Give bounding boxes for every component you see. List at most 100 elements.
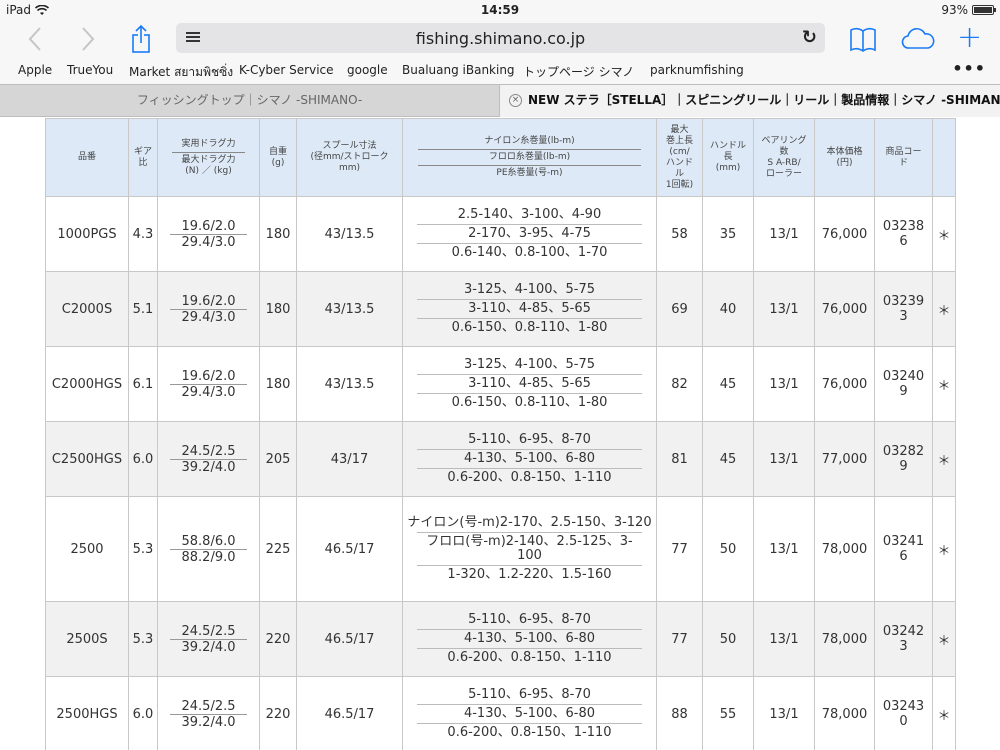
- bookmark-apple[interactable]: Apple: [18, 63, 52, 77]
- line-pe: 0.6-200、0.8-150、1-110: [417, 468, 642, 487]
- icloud-tabs-button[interactable]: [900, 24, 936, 54]
- drag-practical: 19.6/2.0: [181, 293, 236, 309]
- cell-line-capacity: ナイロン(号-m)2-170、2.5-150、3-120 フロロ(号-m)2-14…: [402, 496, 657, 602]
- bookmark-shimano-top[interactable]: トップページ シマノ: [523, 63, 634, 80]
- page-content: 品番 ギア比 実用ドラグ力 最大ドラグ力 (N) ／ (kg) 自重 (g) スプー…: [0, 118, 1000, 750]
- cell-spool: 43/13.5: [296, 196, 403, 272]
- line-nylon: 5-110、6-95、8-70: [468, 612, 591, 627]
- drag-practical: 58.8/6.0: [181, 533, 236, 549]
- cell-handle: 35: [702, 196, 754, 272]
- new-tab-button[interactable]: +: [957, 23, 982, 54]
- line-pe: 0.6-200、0.8-150、1-110: [417, 648, 642, 667]
- cell-line-capacity: 2.5-140、3-100、4-90 2-170、3-95、4-75 0.6-140…: [402, 196, 657, 272]
- cell-handle: 45: [702, 346, 754, 422]
- cell-code: 03240 9: [874, 346, 933, 422]
- cell-weight: 180: [259, 346, 297, 422]
- cell-weight: 180: [259, 271, 297, 347]
- drag-max: 29.4/3.0: [170, 233, 247, 250]
- cell-drag: 24.5/2.5 39.2/4.0: [157, 421, 260, 497]
- line-pe: 0.6-150、0.8-110、1-80: [417, 393, 642, 412]
- tab-fishing-top[interactable]: フィッシングトップ｜シマノ -SHIMANO-: [0, 85, 499, 117]
- drag-practical: 24.5/2.5: [181, 623, 236, 639]
- drag-practical: 24.5/2.5: [181, 698, 236, 714]
- bookmark-kcyber[interactable]: K-Cyber Service: [239, 63, 334, 77]
- cell-handle: 50: [702, 601, 754, 677]
- spec-table: 品番 ギア比 実用ドラグ力 最大ドラグ力 (N) ／ (kg) 自重 (g) スプー…: [45, 118, 956, 750]
- cell-code: 03282 9: [874, 421, 933, 497]
- back-button[interactable]: [20, 24, 50, 54]
- address-bar[interactable]: fishing.shimano.co.jp ↻: [176, 23, 825, 53]
- drag-max: 29.4/3.0: [170, 383, 247, 400]
- more-icon[interactable]: •••: [952, 59, 986, 78]
- header-mark: [932, 118, 956, 197]
- cell-weight: 220: [259, 676, 297, 750]
- header-gear: ギア比: [128, 118, 158, 197]
- cell-mark: ＊: [932, 676, 956, 750]
- bookmark-trueyou[interactable]: TrueYou: [67, 63, 113, 77]
- cell-line-capacity: 3-125、4-100、5-75 3-110、4-85、5-65 0.6-150、0…: [402, 271, 657, 347]
- book-icon: [850, 27, 876, 52]
- cell-bearing: 13/1: [753, 271, 815, 347]
- bookmark-market[interactable]: Market สยามพิชซิ่ง: [129, 63, 233, 82]
- cell-drag: 19.6/2.0 29.4/3.0: [157, 271, 260, 347]
- share-button[interactable]: [127, 24, 155, 54]
- line-fluoro: 4-130、5-100、6-80: [417, 704, 642, 723]
- cell-mark: ＊: [932, 271, 956, 347]
- bookmark-bualuang[interactable]: Bualuang iBanking: [402, 63, 515, 77]
- header-model: 品番: [45, 118, 129, 197]
- cell-retrieve: 58: [656, 196, 703, 272]
- cell-gear: 6.0: [128, 676, 158, 750]
- cell-drag: 19.6/2.0 29.4/3.0: [157, 196, 260, 272]
- cell-gear: 5.3: [128, 496, 158, 602]
- drag-practical: 19.6/2.0: [181, 368, 236, 384]
- cell-mark: ＊: [932, 196, 956, 272]
- chevron-right-icon: [82, 27, 95, 51]
- cell-handle: 45: [702, 421, 754, 497]
- line-fluoro: フロロ(号-m)2-140、2.5-125、3-100: [417, 532, 642, 565]
- status-time: 14:59: [480, 3, 520, 17]
- table-row: 2500S 5.3 24.5/2.5 39.2/4.0 220 46.5/17 5-110、…: [45, 601, 956, 677]
- cloud-icon: [901, 28, 935, 49]
- line-nylon: 2.5-140、3-100、4-90: [457, 207, 602, 222]
- cell-mark: ＊: [932, 496, 956, 602]
- table-row: 2500 5.3 58.8/6.0 88.2/9.0 225 46.5/17 ナイロン(号-…: [45, 496, 956, 602]
- drag-practical: 24.5/2.5: [181, 443, 236, 459]
- table-header-row: 品番 ギア比 実用ドラグ力 最大ドラグ力 (N) ／ (kg) 自重 (g) スプー…: [45, 118, 956, 197]
- cell-bearing: 13/1: [753, 676, 815, 750]
- header-retrieve: 最大 巻上長 (cm/ ハンドル 1回転): [656, 118, 703, 197]
- reload-icon[interactable]: ↻: [802, 27, 817, 48]
- cell-line-capacity: 5-110、6-95、8-70 4-130、5-100、6-80 0.6-200、0…: [402, 421, 657, 497]
- forward-button[interactable]: [73, 24, 103, 54]
- cell-bearing: 13/1: [753, 601, 815, 677]
- bookmark-google[interactable]: google: [347, 63, 388, 77]
- header-drag: 実用ドラグ力 最大ドラグ力 (N) ／ (kg): [157, 118, 260, 197]
- cell-retrieve: 81: [656, 421, 703, 497]
- header-code: 商品コード: [874, 118, 933, 197]
- line-nylon: ナイロン(号-m)2-170、2.5-150、3-120: [407, 515, 652, 530]
- cell-code: 03239 3: [874, 271, 933, 347]
- cell-gear: 5.1: [128, 271, 158, 347]
- cell-retrieve: 77: [656, 601, 703, 677]
- cell-weight: 205: [259, 421, 297, 497]
- drag-max: 29.4/3.0: [170, 308, 247, 325]
- header-handle: ハンドル長 (mm): [702, 118, 754, 197]
- cell-gear: 6.1: [128, 346, 158, 422]
- cell-bearing: 13/1: [753, 421, 815, 497]
- tab-stella-title: NEW ステラ［STELLA］｜スピニングリール｜リール｜製品情報｜シマノ -S…: [528, 93, 1000, 107]
- table-row: C2000S 5.1 19.6/2.0 29.4/3.0 180 43/13.5 3-125…: [45, 271, 956, 347]
- line-fluoro: 3-110、4-85、5-65: [417, 299, 642, 318]
- bookmarks-button[interactable]: [848, 24, 878, 54]
- tab-stella[interactable]: × NEW ステラ［STELLA］｜スピニングリール｜リール｜製品情報｜シマノ …: [499, 85, 1000, 117]
- tab-bar: フィッシングトップ｜シマノ -SHIMANO- × NEW ステラ［STELLA…: [0, 84, 1000, 117]
- cell-bearing: 13/1: [753, 196, 815, 272]
- cell-model: 2500: [45, 496, 129, 602]
- bookmark-parknumfishing[interactable]: parknumfishing: [650, 63, 744, 77]
- line-fluoro: 4-130、5-100、6-80: [417, 449, 642, 468]
- table-row: 2500HGS 6.0 24.5/2.5 39.2/4.0 220 46.5/17 5-11…: [45, 676, 956, 750]
- cell-handle: 50: [702, 496, 754, 602]
- cell-gear: 5.3: [128, 601, 158, 677]
- drag-practical: 19.6/2.0: [181, 218, 236, 234]
- line-nylon: 5-110、6-95、8-70: [468, 687, 591, 702]
- header-weight: 自重 (g): [259, 118, 297, 197]
- close-icon[interactable]: ×: [509, 94, 522, 107]
